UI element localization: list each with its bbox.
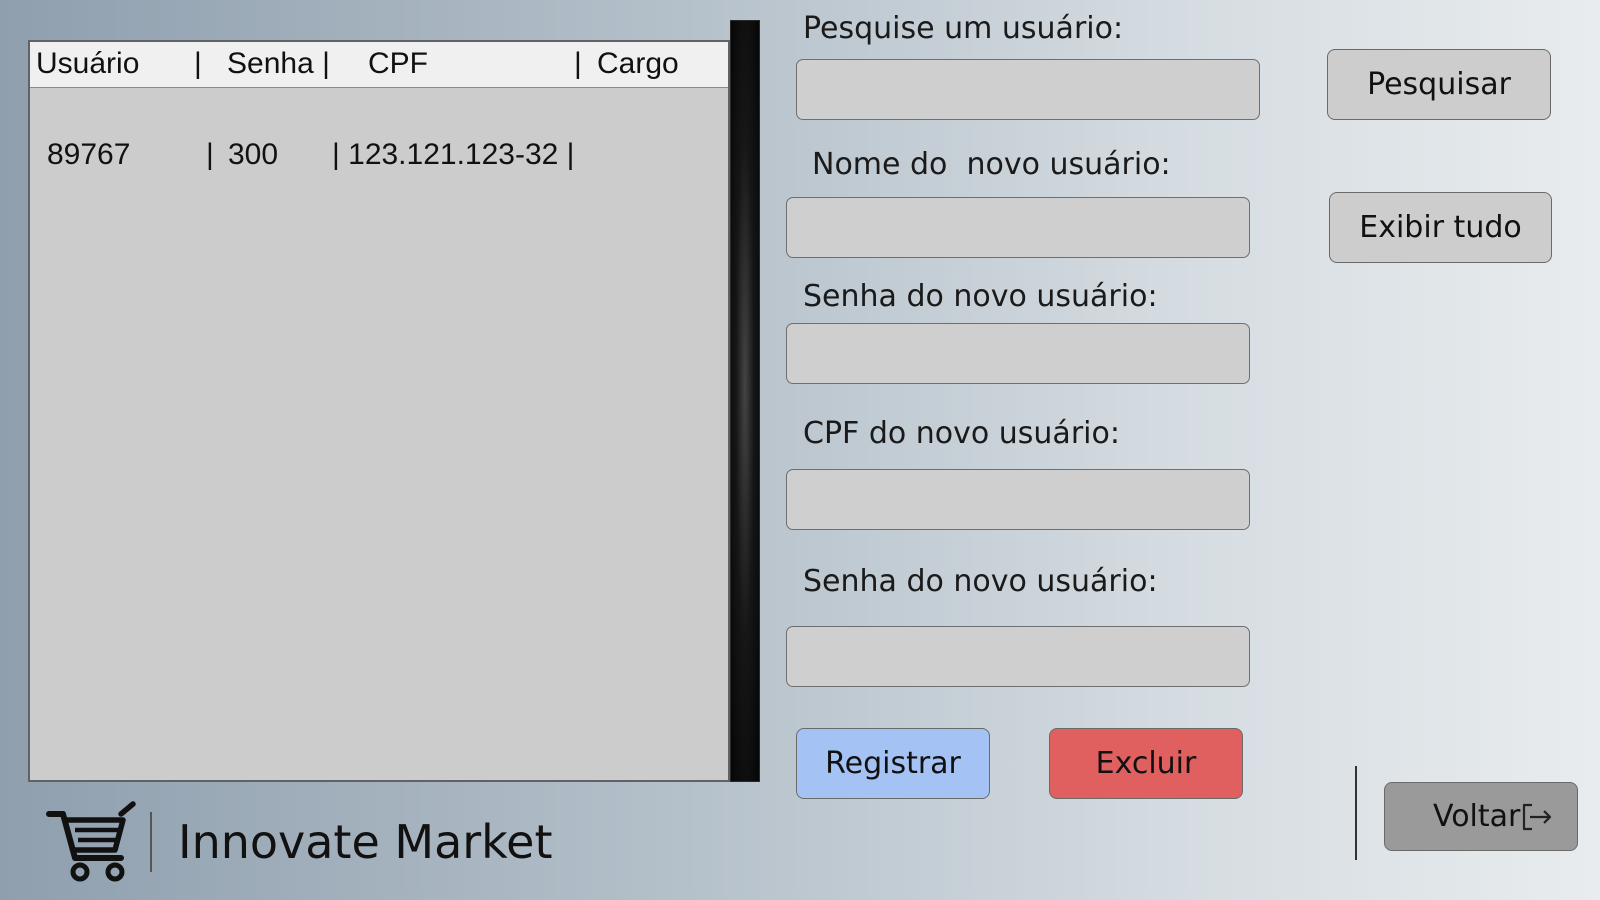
cell-senha: 300	[228, 138, 279, 171]
search-button[interactable]: Pesquisar	[1327, 49, 1551, 120]
show-all-button-label: Exibir tudo	[1359, 210, 1522, 245]
brand-divider	[150, 812, 152, 872]
shopping-cart-icon	[45, 800, 137, 884]
register-button[interactable]: Registrar	[796, 728, 990, 799]
new-user-cpf-label: CPF do novo usuário:	[803, 416, 1120, 451]
brand-name: Innovate Market	[178, 815, 553, 869]
new-user-password-label: Senha do novo usuário:	[803, 279, 1158, 314]
table-scrollbar[interactable]	[730, 20, 760, 782]
scrollbar-thumb[interactable]	[731, 21, 759, 781]
column-separator: |	[206, 138, 214, 171]
column-header-usuario: Usuário	[36, 47, 140, 80]
divider	[1355, 766, 1357, 860]
users-table: Usuário | Senha | CPF | Cargo 89767 | 30…	[28, 40, 730, 782]
column-separator: |	[194, 47, 202, 80]
search-label: Pesquise um usuário:	[803, 11, 1124, 46]
cell-cpf: | 123.121.123-32 |	[332, 138, 575, 171]
show-all-button[interactable]: Exibir tudo	[1329, 192, 1552, 263]
new-user-password-input[interactable]	[786, 323, 1250, 384]
delete-button-label: Excluir	[1095, 746, 1197, 781]
register-button-label: Registrar	[825, 746, 961, 781]
back-button-label: Voltar	[1433, 799, 1521, 834]
new-user-password-input-2[interactable]	[786, 626, 1250, 687]
delete-button[interactable]: Excluir	[1049, 728, 1243, 799]
cell-usuario: 89767	[47, 138, 131, 171]
column-separator: |	[574, 47, 582, 80]
table-header: Usuário | Senha | CPF | Cargo	[30, 42, 728, 88]
exit-arrow-icon	[1518, 799, 1554, 835]
column-header-senha: Senha |	[227, 47, 330, 80]
column-header-cpf: CPF	[368, 47, 428, 80]
column-header-cargo: Cargo	[597, 47, 679, 80]
search-input[interactable]	[796, 59, 1260, 120]
new-user-name-input[interactable]	[786, 197, 1250, 258]
new-user-name-label: Nome do novo usuário:	[812, 147, 1171, 182]
new-user-password-label-2: Senha do novo usuário:	[803, 564, 1158, 599]
back-button[interactable]: Voltar	[1384, 782, 1578, 851]
new-user-cpf-input[interactable]	[786, 469, 1250, 530]
search-button-label: Pesquisar	[1367, 67, 1511, 102]
